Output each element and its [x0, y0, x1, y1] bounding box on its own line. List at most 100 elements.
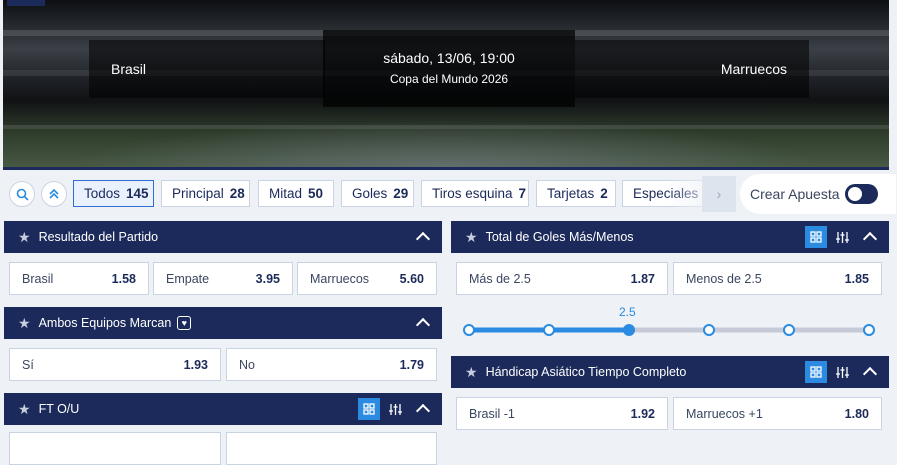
odd-price: 1.87 — [630, 271, 655, 286]
grid-view-button[interactable] — [358, 398, 380, 420]
grid-icon — [363, 403, 375, 415]
filter-count: 50 — [308, 186, 324, 201]
star-icon[interactable]: ★ — [465, 229, 478, 246]
filter-label: Goles — [352, 186, 388, 201]
market-title: Ambos Equipos Marcan — [38, 316, 172, 330]
odd-button-empate[interactable]: Empate 3.95 — [153, 262, 293, 295]
chevron-up-icon[interactable] — [415, 317, 431, 333]
filter-sliders-button[interactable] — [831, 226, 853, 248]
home-team-name: Brasil — [111, 61, 147, 77]
odd-button-ftou-2[interactable] — [226, 432, 437, 465]
filter-chip-tiros-esquina[interactable]: Tiros esquina 7 — [421, 180, 529, 207]
toggle-knob — [848, 187, 862, 201]
create-bet-toggle[interactable] — [845, 184, 878, 204]
field-line-decor — [3, 125, 889, 129]
odd-price: 1.58 — [111, 271, 136, 286]
filter-chip-mitad[interactable]: Mitad 50 — [258, 180, 334, 207]
slider-stop[interactable] — [703, 324, 715, 336]
filter-label: Mitad — [269, 186, 303, 201]
filter-chip-tarjetas[interactable]: Tarjetas 2 — [536, 180, 616, 207]
slider-stop[interactable] — [783, 324, 795, 336]
filter-chip-goles[interactable]: Goles 29 — [341, 180, 414, 207]
filter-label: Principal — [172, 186, 224, 201]
odd-button-handicap-marruecos[interactable]: Marruecos +1 1.80 — [673, 397, 882, 430]
market-title: Resultado del Partido — [38, 230, 159, 244]
filter-count: 29 — [393, 186, 409, 201]
odd-button-si[interactable]: Sí 1.93 — [9, 348, 221, 381]
chevron-up-icon[interactable] — [415, 231, 431, 247]
market-header-handicap[interactable]: ★ Hándicap Asiático Tiempo Completo — [451, 356, 889, 388]
event-datetime: sábado, 13/06, 19:00 — [383, 50, 515, 66]
odd-label: Menos de 2.5 — [686, 271, 762, 286]
event-info-box: sábado, 13/06, 19:00 Copa del Mundo 2026 — [323, 30, 575, 107]
filter-sliders-button[interactable] — [384, 398, 406, 420]
slider-stop[interactable] — [463, 324, 475, 336]
odd-label: No — [239, 357, 255, 372]
market-title: Hándicap Asiático Tiempo Completo — [485, 365, 687, 379]
odd-label: Empate — [166, 271, 210, 286]
chevron-up-icon[interactable] — [862, 366, 878, 382]
filter-count: 28 — [229, 186, 245, 201]
star-icon[interactable]: ★ — [465, 364, 478, 381]
sliders-icon — [835, 366, 849, 378]
filter-label: Tarjetas — [547, 186, 595, 201]
odd-label: Sí — [22, 357, 34, 372]
slider-thumb[interactable] — [623, 324, 635, 336]
star-icon[interactable]: ★ — [18, 229, 31, 246]
grid-view-button[interactable] — [805, 226, 827, 248]
away-team-box: Marruecos — [575, 40, 809, 98]
filter-label: Tiros esquina — [432, 186, 513, 201]
odd-button-marruecos[interactable]: Marruecos 5.60 — [297, 262, 437, 295]
odd-button-brasil[interactable]: Brasil 1.58 — [9, 262, 149, 295]
odd-button-mas-de[interactable]: Más de 2.5 1.87 — [456, 262, 668, 295]
market-header-resultado[interactable]: ★ Resultado del Partido — [4, 221, 442, 253]
market-header-total-goles[interactable]: ★ Total de Goles Más/Menos — [451, 221, 889, 253]
slider-stop[interactable] — [863, 324, 875, 336]
collapse-all-button[interactable] — [41, 181, 67, 207]
filter-count: 145 — [126, 186, 149, 201]
odd-button-ftou-1[interactable] — [9, 432, 221, 465]
market-title: FT O/U — [38, 402, 80, 416]
shield-icon: ♥ — [177, 316, 192, 330]
slider-stop[interactable] — [543, 324, 555, 336]
market-title: Total de Goles Más/Menos — [485, 230, 634, 244]
odd-price: 3.95 — [255, 271, 280, 286]
odd-price: 1.92 — [630, 406, 655, 421]
market-header-ftou[interactable]: ★ FT O/U — [4, 393, 442, 425]
event-banner: Brasil sábado, 13/06, 19:00 Copa del Mun… — [3, 0, 889, 170]
filter-chip-todos[interactable]: Todos 145 — [73, 180, 154, 207]
odd-button-menos-de[interactable]: Menos de 2.5 1.85 — [673, 262, 882, 295]
grid-icon — [810, 366, 822, 378]
chevron-up-icon[interactable] — [862, 231, 878, 247]
odd-button-handicap-brasil[interactable]: Brasil -1 1.92 — [456, 397, 668, 430]
search-icon — [16, 188, 29, 201]
odd-price: 1.85 — [844, 271, 869, 286]
scroll-right-button[interactable]: › — [702, 176, 736, 212]
odd-label: Marruecos +1 — [686, 406, 763, 421]
odd-button-no[interactable]: No 1.79 — [226, 348, 437, 381]
odd-label: Brasil -1 — [469, 406, 515, 421]
filter-sliders-button[interactable] — [831, 361, 853, 383]
odd-label: Más de 2.5 — [469, 271, 531, 286]
odd-price: 1.79 — [399, 357, 424, 372]
chevron-up-icon[interactable] — [415, 403, 431, 419]
star-icon[interactable]: ★ — [18, 401, 31, 418]
sliders-icon — [835, 231, 849, 243]
event-competition: Copa del Mundo 2026 — [389, 72, 509, 86]
double-chevron-up-icon — [49, 188, 59, 199]
odd-label: Marruecos — [310, 271, 370, 286]
grid-icon — [810, 231, 822, 243]
line-slider-value: 2.5 — [619, 305, 636, 319]
search-button[interactable] — [9, 181, 35, 207]
market-header-ambos[interactable]: ★ Ambos Equipos Marcan ♥ — [4, 307, 442, 339]
back-button[interactable] — [7, 0, 45, 6]
line-slider[interactable] — [460, 320, 880, 340]
away-team-name: Marruecos — [720, 61, 787, 77]
star-icon[interactable]: ★ — [18, 315, 31, 332]
create-bet-label: Crear Apuesta — [750, 186, 840, 202]
odd-price: 1.93 — [183, 357, 208, 372]
filter-chip-principal[interactable]: Principal 28 — [161, 180, 250, 207]
filter-label: Todos — [84, 186, 121, 201]
home-team-box: Brasil — [89, 40, 325, 98]
grid-view-button[interactable] — [805, 361, 827, 383]
